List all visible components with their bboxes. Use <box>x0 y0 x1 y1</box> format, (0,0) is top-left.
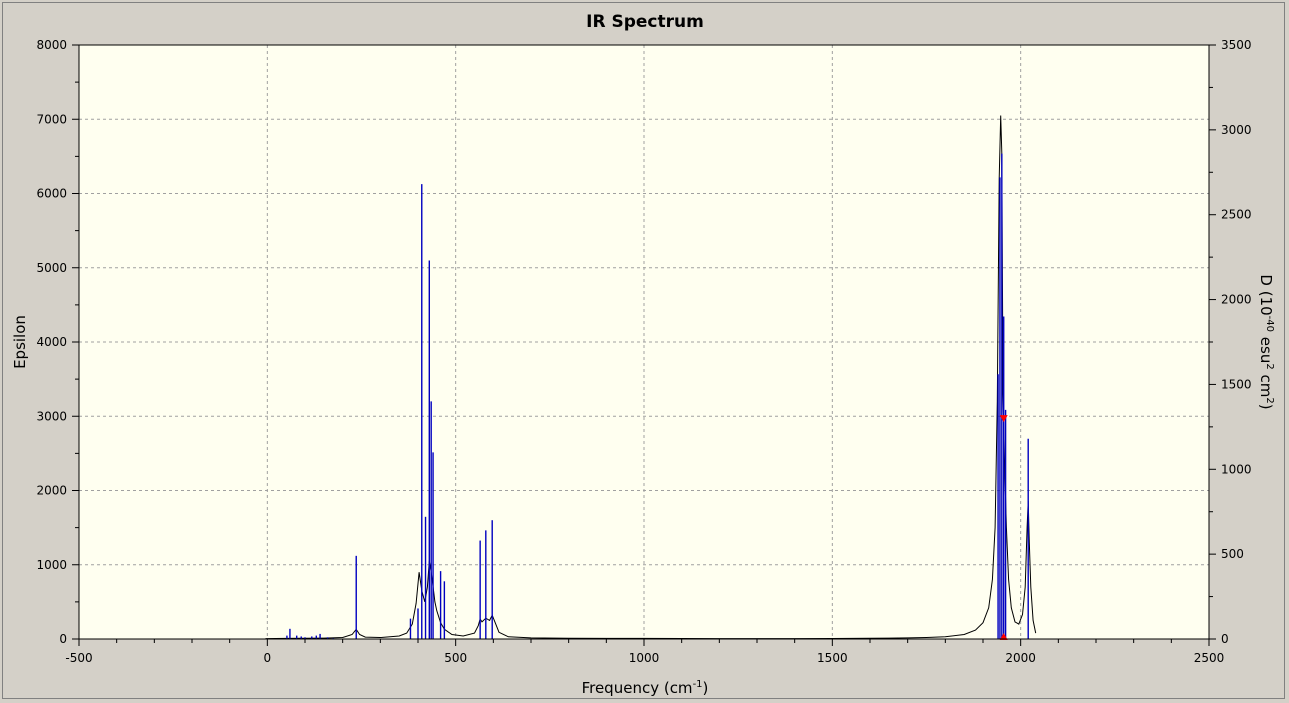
y2-tick-label: 1000 <box>1221 462 1252 476</box>
y-tick-label: 5000 <box>36 261 67 275</box>
y-tick-label: 4000 <box>36 335 67 349</box>
x-tick-label: 1500 <box>817 651 848 665</box>
y-axis-label: Epsilon <box>11 315 29 369</box>
y-tick-label: 8000 <box>36 38 67 52</box>
ir-spectrum-chart: IR Spectrum -500 0 500 1000 1500 2000 2500 0 100… <box>11 12 1275 697</box>
chart-title: IR Spectrum <box>586 12 704 32</box>
y2-tick-label: 500 <box>1221 547 1244 561</box>
y2-tick-label: 2000 <box>1221 293 1252 307</box>
y2-tick-label: 3500 <box>1221 38 1252 52</box>
y-tick-label: 7000 <box>36 112 67 126</box>
y2-tick-label: 1500 <box>1221 377 1252 391</box>
x-axis-label: Frequency (cm-1) <box>582 679 709 697</box>
y-tick-label: 2000 <box>36 484 67 498</box>
y-tick-label: 0 <box>59 632 67 646</box>
chart-window: IR Spectrum -500 0 500 1000 1500 2000 2500 0 100… <box>2 2 1285 699</box>
y-tick-label: 6000 <box>36 187 67 201</box>
y-tick-label: 3000 <box>36 409 67 423</box>
x-tick-label: 2000 <box>1005 651 1036 665</box>
x-tick-label: 500 <box>444 651 467 665</box>
y2-tick-label: 3000 <box>1221 123 1252 137</box>
y2-axis-label: D (10-40 esu2 cm2) <box>1257 274 1275 409</box>
x-tick-label: 0 <box>264 651 272 665</box>
y-tick-label: 1000 <box>36 558 67 572</box>
y2-tick-label: 2500 <box>1221 208 1252 222</box>
x-tick-label: -500 <box>65 651 92 665</box>
y2-tick-label: 0 <box>1221 632 1229 646</box>
x-tick-label: 1000 <box>629 651 660 665</box>
x-tick-label: 2500 <box>1194 651 1225 665</box>
